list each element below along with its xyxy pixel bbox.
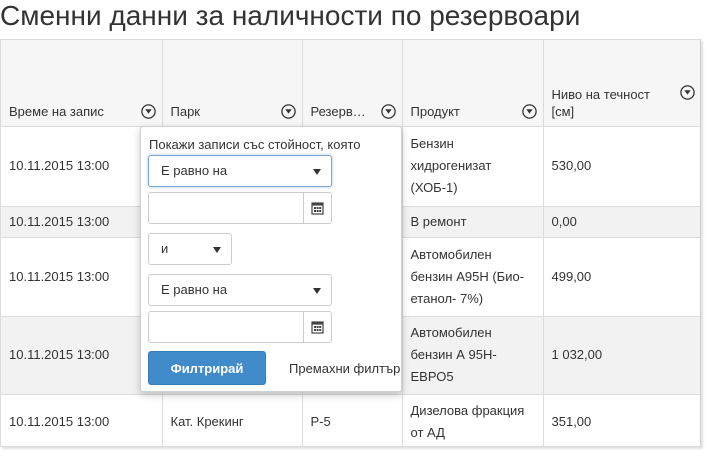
operator-select-value: Е равно на xyxy=(161,282,228,297)
cell-level: 0,00 xyxy=(543,206,700,238)
filter-icon[interactable] xyxy=(140,103,156,119)
cell-time: 10.11.2015 13:00 xyxy=(1,237,163,317)
page-title: Сменни данни за наличности по резервоари xyxy=(0,0,581,31)
operator-select-2[interactable]: Е равно на xyxy=(148,274,332,306)
column-header-label: Парк xyxy=(170,103,201,119)
filter-label: Покажи записи със стойност, която xyxy=(149,137,361,152)
cell-level: 1 032,00 xyxy=(543,316,700,395)
column-header-park[interactable]: Парк xyxy=(162,40,303,127)
cell-time: 10.11.2015 13:00 xyxy=(1,126,163,207)
column-header-label: Време на запис xyxy=(9,103,104,119)
table-row[interactable]: 10.11.2015 13:00 Кат. Крекинг Р-5 Дизело… xyxy=(1,394,700,446)
cell-time: 10.11.2015 13:00 xyxy=(1,206,163,238)
cell-park: Кат. Крекинг xyxy=(162,394,303,446)
operator-select-value: Е равно на xyxy=(161,163,228,178)
cell-product: Бензин хидрогенизат (ХОБ-1) xyxy=(402,126,544,207)
logic-select[interactable]: и xyxy=(148,233,232,265)
clear-filter-button[interactable]: Премахни филтър xyxy=(276,351,400,385)
column-header-label: Ниво на течност [см] xyxy=(551,86,651,119)
filter-icon[interactable] xyxy=(380,103,396,119)
cell-product: Автомобилен бензин А95Н (Био-етанол- 7%) xyxy=(402,237,544,317)
apply-filter-button[interactable]: Филтрирай xyxy=(148,351,266,385)
column-header-level[interactable]: Ниво на течност [см] xyxy=(543,40,700,127)
cell-time: 10.11.2015 13:00 xyxy=(1,394,163,446)
caret-down-icon xyxy=(313,169,321,175)
filter-icon[interactable] xyxy=(680,85,695,100)
value-input-1[interactable] xyxy=(148,192,332,224)
cell-time: 10.11.2015 13:00 xyxy=(1,316,163,395)
operator-select-1[interactable]: Е равно на xyxy=(148,155,332,187)
cell-level: 351,00 xyxy=(543,394,700,446)
calendar-icon[interactable] xyxy=(303,193,331,223)
cell-tank: Р-5 xyxy=(302,394,403,446)
logic-select-value: и xyxy=(161,241,169,256)
value-input-2[interactable] xyxy=(148,311,332,343)
calendar-icon[interactable] xyxy=(303,312,331,342)
column-header-time[interactable]: Време на запис xyxy=(1,40,163,127)
filter-icon[interactable] xyxy=(280,103,296,119)
column-header-label: Продукт xyxy=(410,103,460,119)
caret-down-icon xyxy=(313,288,321,294)
cell-level: 499,00 xyxy=(543,237,700,317)
cell-level: 530,00 xyxy=(543,126,700,207)
cell-product: В ремонт xyxy=(402,206,544,238)
header-row: Време на запис Парк Резервоар Продукт Ни… xyxy=(1,40,700,127)
cell-product: Автомобилен бензин А 95Н-ЕВРО5 xyxy=(402,316,544,395)
column-header-product[interactable]: Продукт xyxy=(402,40,544,127)
filter-popup: Покажи записи със стойност, която Е равн… xyxy=(140,126,402,392)
caret-down-icon xyxy=(213,247,221,253)
column-header-tank[interactable]: Резервоар xyxy=(302,40,403,127)
filter-icon[interactable] xyxy=(521,103,537,119)
cell-product: Дизелова фракция от АД xyxy=(402,394,544,446)
